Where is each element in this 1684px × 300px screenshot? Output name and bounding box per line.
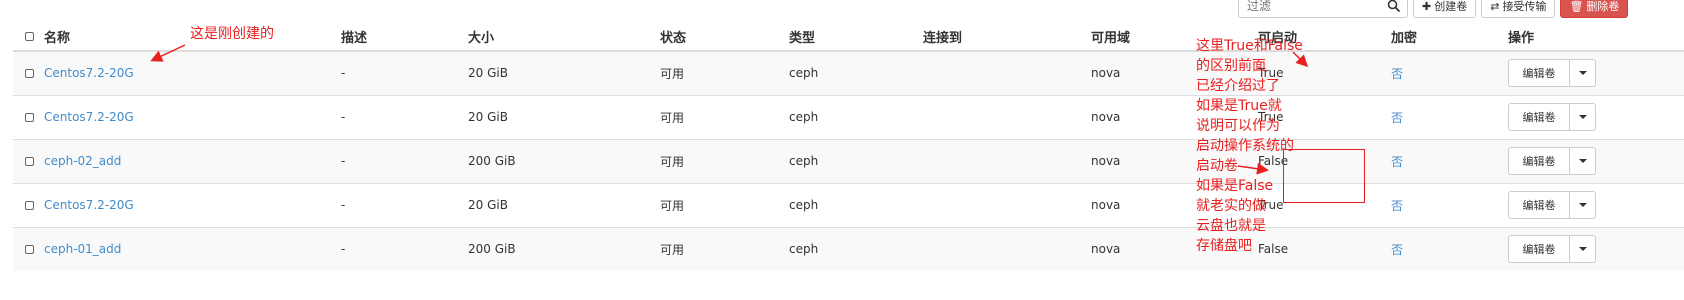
arrow-to-bootable-header bbox=[1292, 51, 1309, 68]
arrow-to-new-volume bbox=[150, 44, 186, 62]
annotation-arrows bbox=[150, 44, 1309, 175]
arrow-to-false-cell bbox=[1237, 162, 1269, 175]
